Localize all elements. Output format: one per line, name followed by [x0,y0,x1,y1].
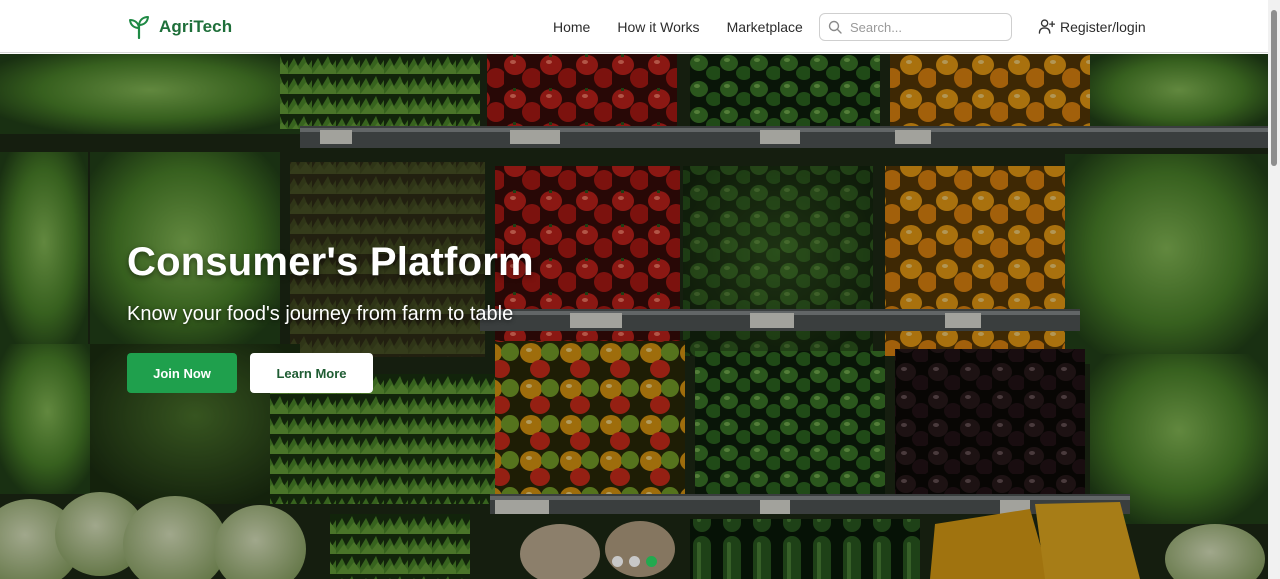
page: AgriTech Home How it Works Marketplace R… [0,0,1280,579]
scrollbar-thumb[interactable] [1271,10,1277,166]
user-plus-icon [1038,19,1055,34]
nav-link-how-it-works[interactable]: How it Works [617,19,699,35]
brand-name: AgriTech [159,17,233,36]
top-navbar: AgriTech Home How it Works Marketplace R… [0,0,1268,53]
join-now-button[interactable]: Join Now [127,353,237,393]
hero-title: Consumer's Platform [127,240,534,284]
carousel-dot-1[interactable] [612,556,623,567]
search-input[interactable] [850,19,1000,35]
brand-logo[interactable]: AgriTech [128,15,232,39]
carousel-dot-3[interactable] [646,556,657,567]
main-nav: Home How it Works Marketplace [553,0,830,53]
carousel-indicators [612,556,657,567]
carousel-dot-2[interactable] [629,556,640,567]
search-box[interactable] [819,13,1012,41]
learn-more-button[interactable]: Learn More [250,353,373,393]
register-login-link[interactable]: Register/login [1038,18,1146,35]
page-scrollbar[interactable] [1268,0,1280,579]
sprout-icon [129,16,149,39]
register-login-label: Register/login [1060,18,1146,35]
nav-link-marketplace[interactable]: Marketplace [727,19,803,35]
search-icon [828,20,842,34]
hero-subtitle: Know your food's journey from farm to ta… [127,303,514,325]
nav-link-home[interactable]: Home [553,19,590,35]
hero-banner: Consumer's Platform Know your food's jou… [0,54,1268,579]
